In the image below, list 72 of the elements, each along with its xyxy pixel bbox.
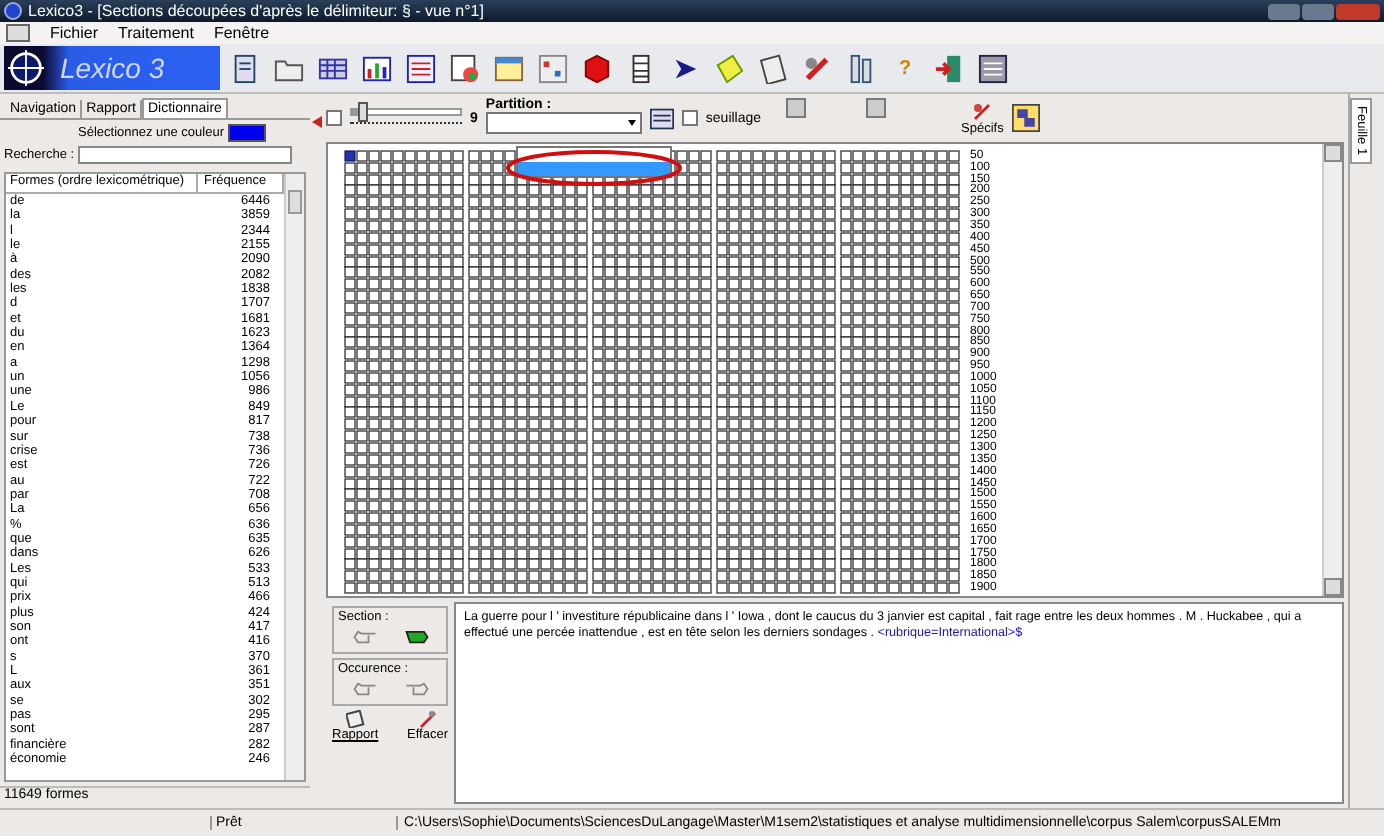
section-row-drawing[interactable] bbox=[344, 406, 960, 419]
section-row-drawing[interactable] bbox=[344, 512, 960, 525]
scrollbar[interactable] bbox=[284, 174, 304, 780]
section-row-drawing[interactable] bbox=[344, 325, 960, 338]
list-icon[interactable] bbox=[406, 53, 436, 83]
section-row-drawing[interactable] bbox=[344, 196, 960, 209]
chart-icon[interactable] bbox=[362, 53, 392, 83]
windows-icon[interactable] bbox=[1011, 104, 1040, 132]
maximize-button[interactable] bbox=[1302, 3, 1334, 19]
window-icon[interactable] bbox=[978, 53, 1008, 83]
section-row-drawing[interactable] bbox=[344, 418, 960, 431]
scroll-thumb[interactable] bbox=[288, 190, 302, 214]
app-logo: Lexico 3 bbox=[4, 46, 220, 90]
section-row-drawing[interactable] bbox=[344, 313, 960, 326]
color-swatch-button[interactable] bbox=[865, 98, 886, 118]
caret-icon[interactable] bbox=[627, 120, 636, 126]
section-row-drawing[interactable] bbox=[344, 442, 960, 455]
checkbox[interactable] bbox=[326, 110, 342, 126]
section-row-drawing[interactable] bbox=[344, 395, 960, 408]
color-swatch[interactable] bbox=[228, 123, 266, 141]
scroll-up-icon[interactable] bbox=[1324, 144, 1342, 162]
section-row-drawing[interactable] bbox=[344, 570, 960, 583]
seuillage-checkbox[interactable] bbox=[681, 110, 698, 126]
partition-dropdown[interactable] bbox=[485, 112, 642, 134]
clipboard-icon[interactable] bbox=[758, 53, 788, 83]
section-row-drawing[interactable] bbox=[344, 558, 960, 571]
section-row-drawing[interactable] bbox=[344, 500, 960, 513]
search-field[interactable] bbox=[78, 146, 293, 164]
section-row-drawing[interactable] bbox=[344, 535, 960, 548]
section-row-drawing[interactable] bbox=[344, 348, 960, 361]
slider-thumb[interactable] bbox=[357, 102, 368, 122]
section-row-drawing[interactable] bbox=[344, 453, 960, 466]
section-row-drawing[interactable] bbox=[344, 231, 960, 244]
section-row-drawing[interactable] bbox=[344, 582, 960, 595]
section-row-drawing[interactable] bbox=[344, 371, 960, 384]
menu-item[interactable]: Fichier bbox=[50, 24, 99, 42]
exit-icon[interactable] bbox=[934, 53, 964, 83]
app-icon bbox=[4, 2, 22, 20]
section-row-drawing[interactable] bbox=[344, 278, 960, 291]
section-row-drawing[interactable] bbox=[344, 219, 960, 232]
calendar-icon[interactable] bbox=[494, 53, 524, 83]
slider[interactable] bbox=[350, 106, 462, 130]
clipboard-icon bbox=[345, 710, 366, 728]
section-row-drawing[interactable] bbox=[344, 523, 960, 536]
section-row-drawing[interactable] bbox=[344, 360, 960, 373]
section-row-drawing[interactable] bbox=[344, 266, 960, 279]
document-icon[interactable] bbox=[230, 53, 260, 83]
minimize-button[interactable] bbox=[1268, 3, 1300, 19]
section-row-drawing[interactable] bbox=[344, 477, 960, 490]
section-row-drawing[interactable] bbox=[344, 301, 960, 314]
scroll-down-icon[interactable] bbox=[1324, 578, 1342, 596]
menu-item[interactable]: Traitement bbox=[118, 24, 194, 42]
section-row-drawing[interactable] bbox=[344, 255, 960, 268]
window-title: Lexico3 - [Sections découpées d'après le délimiteur: § - vue n°1] bbox=[28, 2, 484, 20]
section-row-drawing[interactable] bbox=[344, 465, 960, 478]
document-icon[interactable] bbox=[6, 24, 30, 42]
section-row-drawing[interactable] bbox=[344, 336, 960, 349]
scrollbar[interactable] bbox=[1322, 144, 1342, 596]
target-icon bbox=[8, 50, 44, 86]
section-row-drawing[interactable] bbox=[344, 430, 960, 443]
section-row-drawing[interactable] bbox=[344, 383, 960, 396]
menu-item[interactable]: Fenêtre bbox=[213, 24, 270, 42]
section-row-drawing[interactable] bbox=[344, 243, 960, 256]
grid-icon[interactable] bbox=[649, 107, 674, 129]
table-icon[interactable] bbox=[538, 53, 568, 83]
section-row-drawing[interactable] bbox=[344, 547, 960, 560]
section-row-drawing[interactable] bbox=[344, 290, 960, 303]
grid-icon[interactable] bbox=[318, 53, 348, 83]
section-row-drawing[interactable] bbox=[344, 208, 960, 221]
color-swatch-button[interactable] bbox=[785, 98, 806, 118]
section-row-drawing[interactable] bbox=[344, 488, 960, 501]
section-row-drawing[interactable] bbox=[344, 184, 960, 197]
